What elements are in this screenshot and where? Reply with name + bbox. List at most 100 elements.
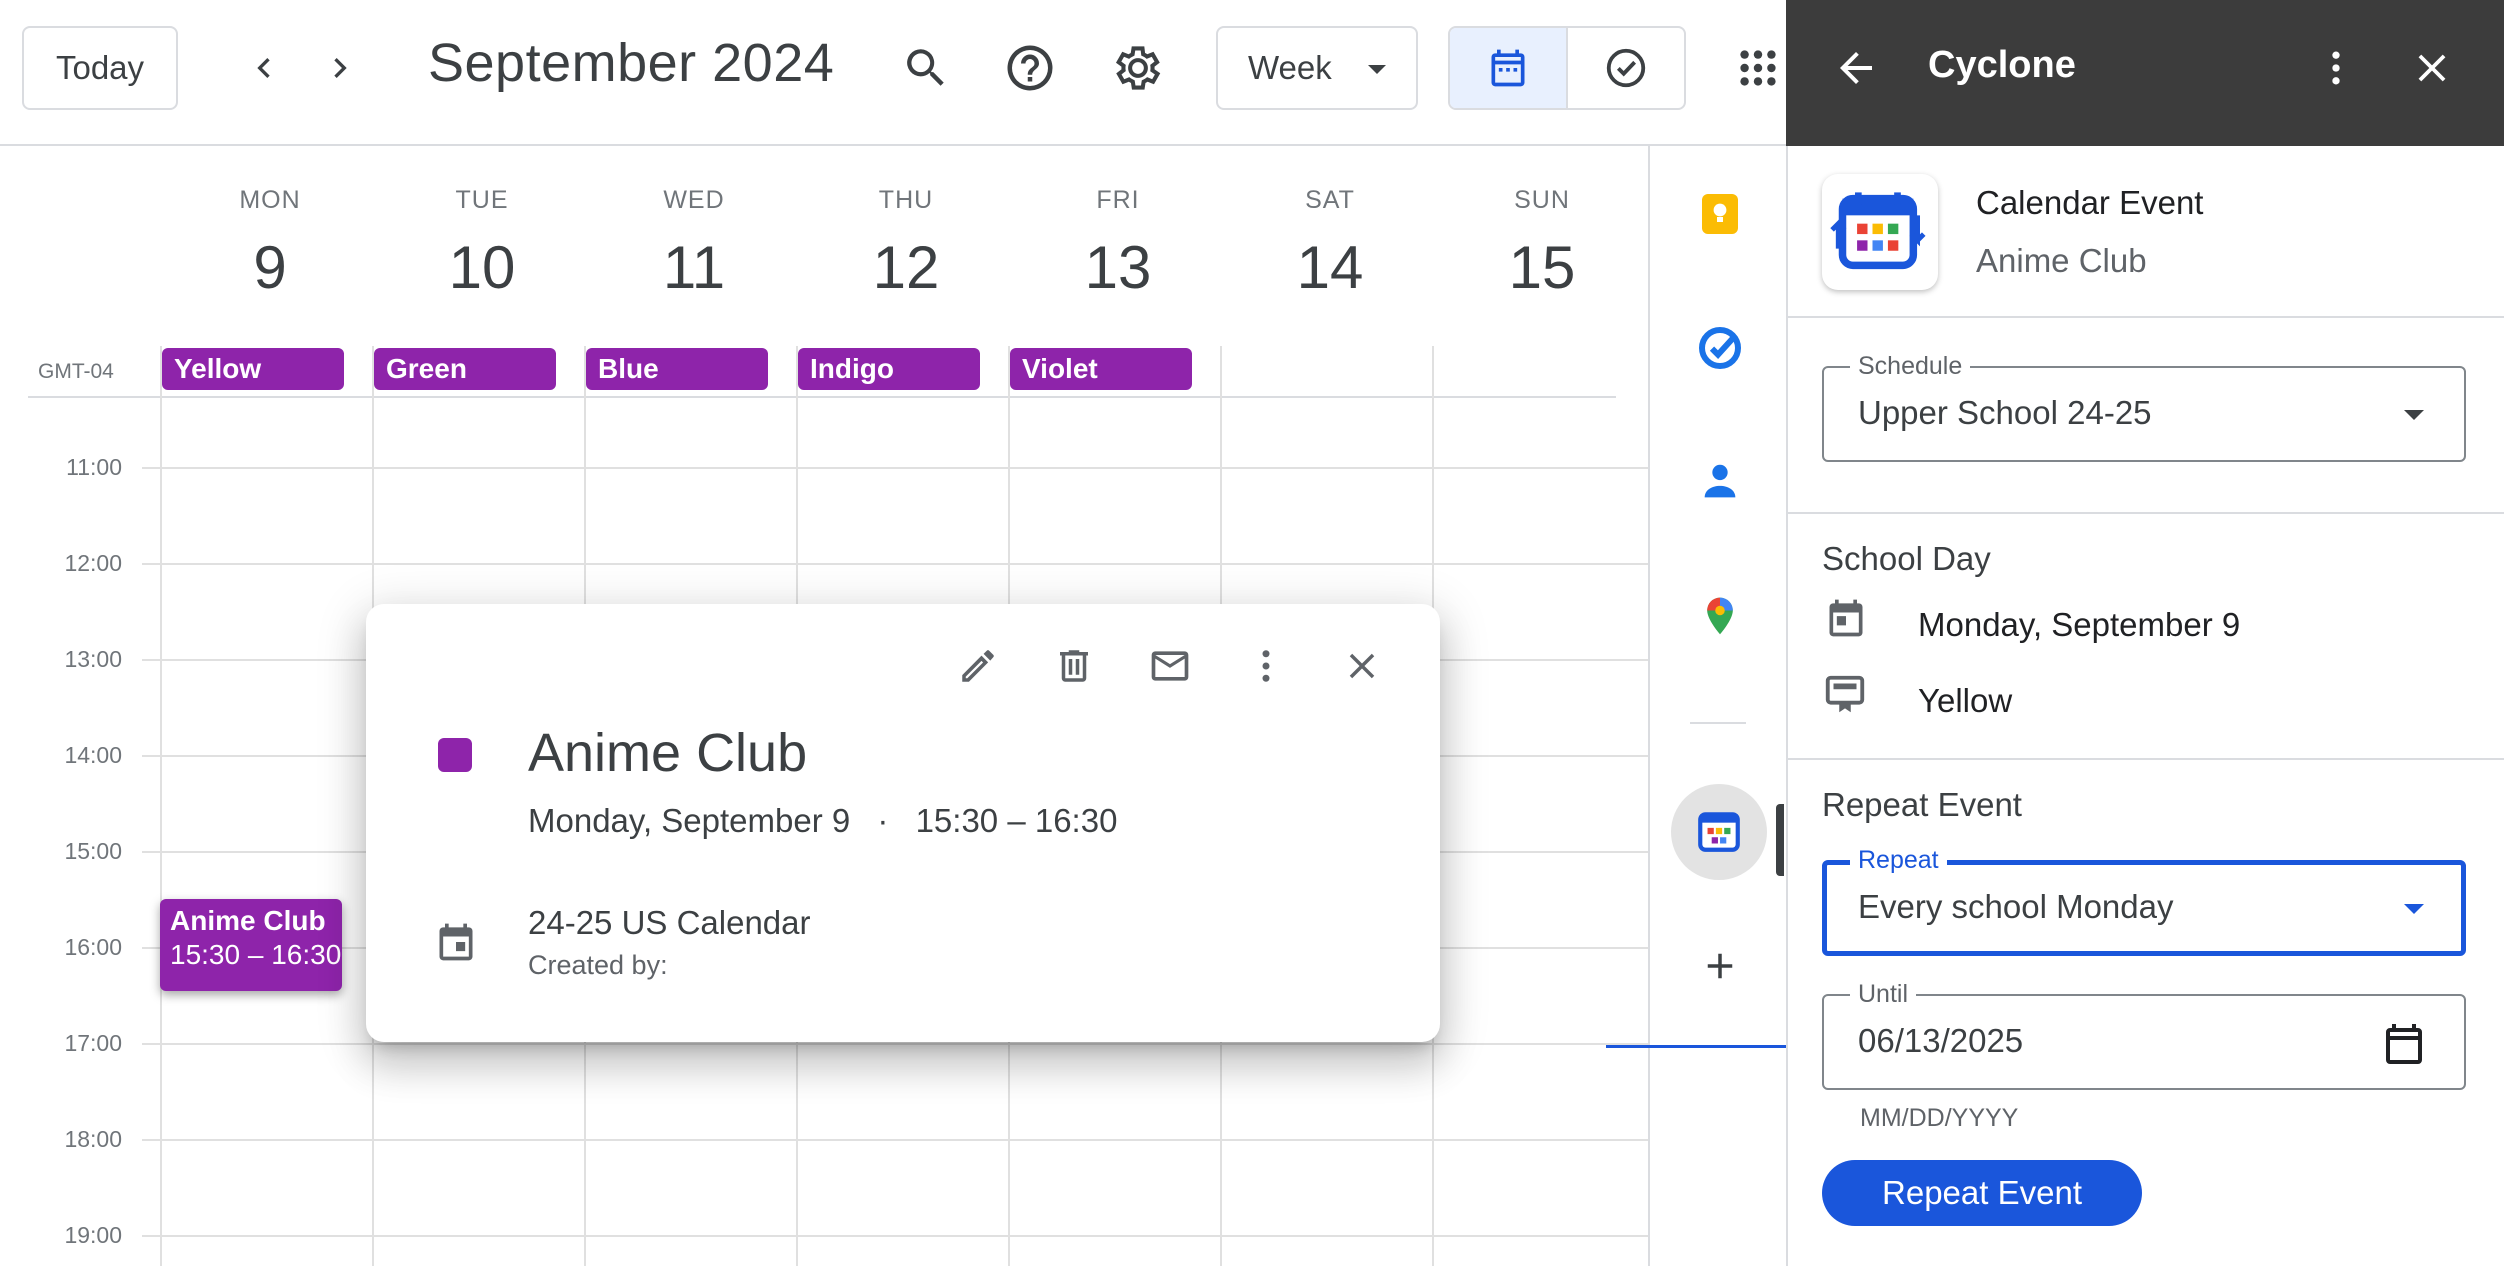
date-picker-icon[interactable] [2380, 1020, 2428, 1068]
hour-label: 17:00 [64, 1030, 122, 1056]
hour-label: 12:00 [64, 550, 122, 576]
addon-title: Cyclone [1928, 44, 2076, 86]
today-button[interactable]: Today [22, 26, 178, 110]
hour-label: 18:00 [64, 1126, 122, 1152]
close-popup-button[interactable] [1332, 636, 1392, 696]
panel-divider [1786, 512, 2504, 514]
hour-label: 13:00 [64, 646, 122, 672]
view-select-label: Week [1248, 49, 1332, 86]
email-guests-button[interactable] [1140, 636, 1200, 696]
day-header-wed[interactable]: WED 11 [588, 186, 800, 302]
day-header-mon[interactable]: MON 9 [164, 186, 376, 302]
search-button[interactable] [896, 38, 956, 98]
repeat-label: Repeat [1850, 846, 1947, 875]
repeat-event-button[interactable]: Repeat Event [1822, 1160, 2142, 1226]
hour-line [142, 1043, 1650, 1045]
popup-separator: · [877, 802, 889, 839]
day-number: 15 [1508, 234, 1576, 301]
hour-line [142, 563, 1650, 565]
day-of-week: MON [239, 186, 301, 214]
maps-app-button[interactable] [1692, 588, 1748, 644]
hour-label: 14:00 [64, 742, 122, 768]
day-header-thu[interactable]: THU 12 [800, 186, 1012, 302]
calendar-icon [1491, 49, 1525, 87]
event-details-popup: Anime Club Monday, September 9 · 15:30 –… [366, 604, 1440, 1042]
panel-divider [1786, 316, 2504, 318]
calendar-day-icon [1824, 596, 1868, 640]
popup-event-when: Monday, September 9 · 15:30 – 16:30 [528, 802, 1117, 840]
cyclone-calendar-icon [1694, 806, 1744, 856]
day-of-week: FRI [1096, 186, 1140, 214]
calendar-view-button[interactable] [1450, 28, 1568, 108]
repeat-select[interactable]: Repeat Every school Monday [1822, 846, 2466, 956]
day-header-sun[interactable]: SUN 15 [1436, 186, 1648, 302]
day-number: 11 [662, 234, 726, 301]
keep-app-button[interactable] [1692, 186, 1748, 242]
panel-divider [1786, 758, 2504, 760]
day-header-tue[interactable]: TUE 10 [376, 186, 588, 302]
popup-event-date: Monday, September 9 [528, 802, 851, 839]
hour-line [142, 467, 1650, 469]
allday-event-blue[interactable]: Blue [586, 348, 768, 390]
keep-icon [1702, 194, 1738, 234]
until-label: Until [1850, 980, 1917, 1009]
close-icon [2418, 54, 2446, 82]
gear-icon [1115, 46, 1161, 90]
allday-event-violet[interactable]: Violet [1010, 348, 1192, 390]
back-button[interactable] [1826, 38, 1886, 98]
day-header-sat[interactable]: SAT 14 [1224, 186, 1436, 302]
hour-label: 16:00 [64, 934, 122, 960]
hour-line [142, 1139, 1650, 1141]
check-circle-icon [1606, 48, 1646, 88]
repeat-value: Every school Monday [1858, 888, 2174, 925]
card-event-name: Anime Club [1976, 242, 2147, 279]
day-number: 9 [253, 234, 287, 301]
chevron-right-icon [334, 58, 347, 78]
day-number: 10 [448, 234, 516, 301]
event-color-swatch [438, 738, 472, 772]
day-of-week: THU [878, 186, 934, 214]
apps-button[interactable] [1728, 38, 1788, 98]
view-select[interactable]: Week [1216, 26, 1418, 110]
tasks-view-button[interactable] [1568, 28, 1684, 108]
contacts-app-button[interactable] [1692, 454, 1748, 510]
school-day-color: Yellow [1918, 682, 2013, 719]
active-tab-indicator [1776, 804, 1784, 876]
allday-event-indigo[interactable]: Indigo [798, 348, 980, 390]
addon-more-button[interactable] [2306, 38, 2366, 98]
help-button[interactable] [1000, 38, 1060, 98]
contacts-icon [1704, 464, 1736, 498]
tasks-app-button[interactable] [1692, 320, 1748, 376]
popup-event-time: 15:30 – 16:30 [915, 802, 1118, 839]
addon-close-button[interactable] [2402, 38, 2462, 98]
day-header-fri[interactable]: FRI 13 [1012, 186, 1224, 302]
allday-event-yellow[interactable]: Yellow [162, 348, 344, 390]
schedule-value: Upper School 24-25 [1858, 394, 2152, 431]
schedule-select[interactable]: Schedule Upper School 24-25 [1822, 352, 2466, 462]
mail-icon [1151, 651, 1189, 681]
day-of-week: TUE [455, 186, 509, 214]
timezone-label: GMT-04 [38, 360, 114, 383]
until-value: 06/13/2025 [1858, 1022, 2024, 1059]
caret-down-icon [2404, 904, 2424, 914]
more-options-button[interactable] [1236, 636, 1296, 696]
popup-event-title: Anime Club [528, 723, 808, 783]
day-of-week: SAT [1305, 186, 1355, 214]
event-title: Anime Club [170, 905, 326, 936]
event-anime-club[interactable]: Anime Club 15:30 – 16:30 [160, 899, 342, 991]
delete-event-button[interactable] [1044, 636, 1104, 696]
previous-week-button[interactable] [238, 42, 290, 94]
hour-line [142, 1235, 1650, 1237]
next-week-button[interactable] [314, 42, 366, 94]
rail-divider [1690, 722, 1746, 724]
until-date-field[interactable]: Until 06/13/2025 [1822, 980, 2466, 1090]
settings-button[interactable] [1108, 38, 1168, 98]
side-rail [1652, 146, 1786, 1266]
hour-label: 15:00 [64, 838, 122, 864]
day-of-week: SUN [1514, 186, 1570, 214]
get-addons-button[interactable] [1692, 938, 1748, 994]
hour-label: 11:00 [66, 454, 122, 480]
school-day-date: Monday, September 9 [1918, 606, 2241, 643]
edit-event-button[interactable] [948, 636, 1008, 696]
allday-event-green[interactable]: Green [374, 348, 556, 390]
